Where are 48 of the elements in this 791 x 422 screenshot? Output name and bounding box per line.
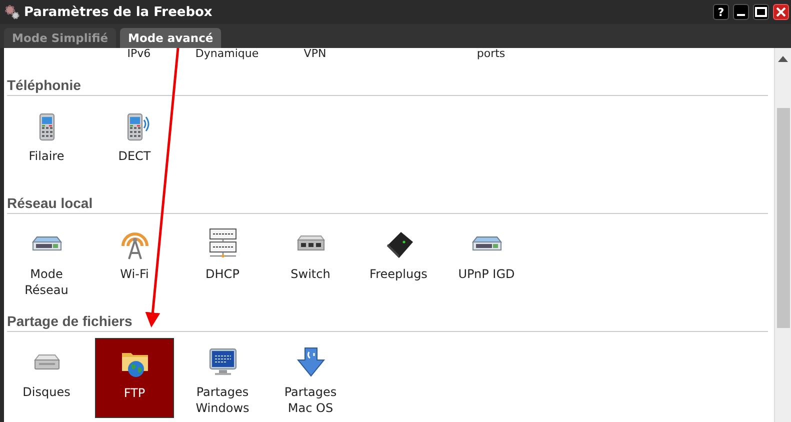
item-label: UPnP IGD	[458, 266, 515, 282]
settings-item[interactable]: Wi-Fi	[95, 220, 174, 300]
item-label: Switch	[290, 266, 330, 282]
item-label: Partages Windows	[196, 384, 250, 416]
download-arrow-icon	[294, 346, 326, 378]
settings-item[interactable]: DHCP	[183, 220, 262, 300]
section-heading: Réseau local	[7, 189, 768, 214]
maximize-icon	[754, 5, 768, 19]
item-label[interactable]: Dynamique	[195, 48, 259, 60]
item-label: Freeplugs	[370, 266, 428, 282]
section-heading: Téléphonie	[7, 71, 768, 96]
settings-item[interactable]: Partages Windows	[183, 338, 262, 418]
settings-item[interactable]: Disques	[7, 338, 86, 418]
section-heading: Partage de fichiers	[7, 307, 768, 332]
settings-item[interactable]: Mode Réseau	[7, 220, 86, 300]
item-label: Disques	[22, 384, 70, 400]
item-label: Wi-Fi	[120, 266, 149, 282]
maximize-button[interactable]	[753, 4, 769, 20]
settings-item[interactable]: Filaire	[7, 102, 86, 182]
item-label: DECT	[118, 148, 151, 164]
settings-item[interactable]: Freeplugs	[359, 220, 438, 300]
ip-address-icon	[206, 228, 238, 260]
close-button[interactable]	[773, 4, 789, 20]
item-label[interactable]: ports	[476, 48, 506, 60]
tab[interactable]: Mode Simplifié	[4, 28, 116, 48]
scroll-up-icon[interactable]	[778, 56, 788, 62]
close-icon	[774, 5, 788, 19]
settings-item[interactable]: FTP	[95, 338, 174, 418]
settings-item[interactable]: DECT	[95, 102, 174, 182]
item-label: DHCP	[206, 266, 240, 282]
item-label[interactable]: VPN	[304, 48, 326, 60]
settings-item[interactable]: Partages Mac OS	[271, 338, 350, 418]
item-label: Mode Réseau	[24, 266, 68, 298]
window-title: Paramètres de la Freebox	[24, 4, 214, 20]
item-label: Partages Mac OS	[284, 384, 337, 416]
scrollbar[interactable]	[774, 48, 791, 422]
minimize-icon	[737, 14, 745, 16]
item-label: FTP	[124, 385, 146, 401]
settings-item[interactable]: UPnP IGD	[447, 220, 526, 300]
scrollbar-thumb[interactable]	[776, 108, 790, 328]
item-label: Filaire	[28, 148, 64, 164]
settings-item[interactable]: Switch	[271, 220, 350, 300]
help-button[interactable]: ?	[713, 4, 729, 20]
tab[interactable]: Mode avancé	[120, 28, 222, 48]
gears-icon	[4, 4, 20, 20]
item-label[interactable]: IPv6	[127, 48, 151, 60]
monitor-icon	[206, 346, 238, 378]
minimize-button[interactable]	[733, 4, 749, 20]
